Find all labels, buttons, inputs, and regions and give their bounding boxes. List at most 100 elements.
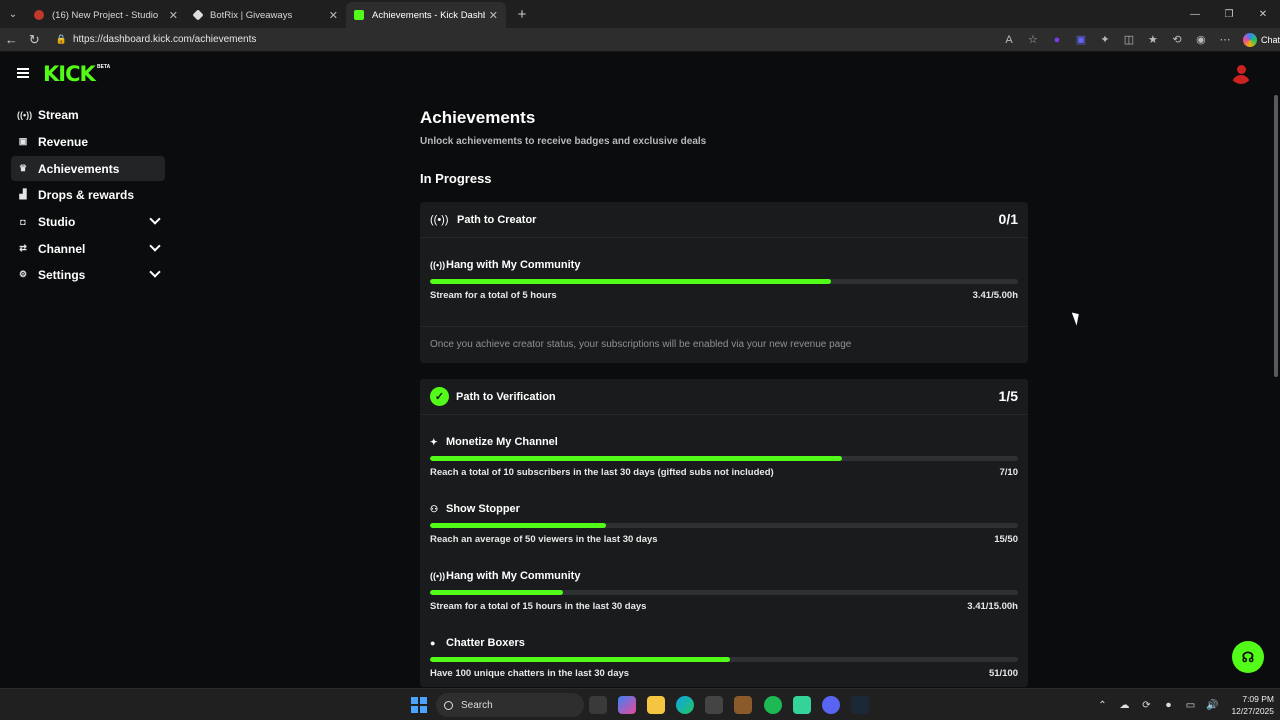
site-info-icon[interactable]: 🔒	[56, 34, 67, 45]
studio-favicon-icon	[34, 10, 44, 20]
browser-tab-studio[interactable]: (16) New Project - Studio ✕	[26, 2, 186, 28]
card-title: Path to Creator	[457, 213, 537, 226]
achievement-value: 51/100	[988, 668, 1018, 679]
achievement-name: Hang with My Community	[446, 259, 581, 271]
task-view-icon[interactable]	[589, 696, 607, 714]
taskbar-clock[interactable]: 7:09 PM 12/27/2025	[1231, 693, 1274, 717]
network-icon[interactable]: ▭	[1179, 700, 1201, 711]
help-support-button[interactable]: ☊	[1232, 641, 1264, 673]
extensions-puzzle-icon[interactable]: ✦	[1093, 33, 1117, 46]
hamburger-menu-icon[interactable]	[17, 68, 29, 78]
sidebar-item-studio[interactable]: ◘ Studio	[11, 209, 165, 234]
gear-icon: ⚙	[18, 269, 28, 279]
microphone-icon[interactable]: ⏺	[1157, 700, 1179, 711]
progress-fill	[430, 657, 730, 662]
sidebar-item-revenue[interactable]: ▣ Revenue	[11, 129, 165, 154]
chevron-down-icon[interactable]	[149, 266, 161, 278]
progress-fill	[430, 456, 842, 461]
new-tab-button[interactable]: +	[510, 2, 534, 26]
favorites-icon[interactable]: ★	[1141, 33, 1165, 46]
clock-date: 12/27/2025	[1231, 706, 1274, 716]
app-notifications-icon[interactable]	[705, 696, 723, 714]
restore-icon[interactable]: ❐	[1212, 0, 1246, 28]
sidebar-item-achievements[interactable]: ♛ Achievements	[11, 156, 165, 181]
read-aloud-icon[interactable]: A	[997, 34, 1021, 46]
discord-icon[interactable]	[822, 696, 840, 714]
sidebar-item-stream[interactable]: ((•)) Stream	[11, 102, 165, 127]
page-subtitle: Unlock achievements to receive badges an…	[420, 136, 707, 147]
search-label: Search	[461, 699, 493, 711]
close-tab-icon[interactable]: ✕	[169, 9, 178, 22]
edge-browser-icon[interactable]	[676, 696, 694, 714]
chat-bubble-icon: ●	[430, 638, 436, 648]
split-screen-icon[interactable]: ◫	[1117, 33, 1141, 46]
page-title: Achievements	[420, 108, 536, 127]
minecraft-icon[interactable]	[734, 696, 752, 714]
taskbar-search[interactable]: Search	[436, 693, 584, 717]
sync-icon[interactable]: ⟳	[1135, 700, 1157, 711]
channel-icon: ⇄	[19, 243, 27, 253]
history-icon[interactable]: ⟲	[1165, 33, 1189, 46]
mouse-cursor	[1071, 310, 1083, 326]
achievement-item: ✦ Monetize My Channel Reach a total of 10…	[430, 435, 1018, 478]
beta-badge: BETA	[97, 64, 111, 70]
close-tab-icon[interactable]: ✕	[489, 9, 498, 22]
favorite-star-icon[interactable]: ☆	[1021, 33, 1045, 46]
chevron-down-icon[interactable]	[149, 213, 161, 225]
botrix-favicon-icon	[192, 9, 204, 21]
tab-title: BotRix | Giveaways	[210, 9, 293, 21]
more-menu-icon[interactable]: ⋯	[1213, 33, 1237, 46]
app-green-icon[interactable]	[793, 696, 811, 714]
browser-tab-kick[interactable]: Achievements - Kick Dashboard ✕	[346, 2, 506, 28]
card-header: ✓ Path to Verification 1/5	[420, 379, 1028, 415]
spotify-icon[interactable]	[764, 696, 782, 714]
card-score: 1/5	[998, 388, 1018, 404]
achievement-value: 3.41/5.00h	[972, 290, 1018, 301]
broadcast-icon: ((•))	[430, 213, 449, 226]
achievement-description: Reach an average of 50 viewers in the la…	[430, 534, 658, 545]
achievement-name: Monetize My Channel	[446, 436, 558, 448]
steam-icon[interactable]	[851, 696, 869, 714]
chevron-up-icon[interactable]: ⌃	[1091, 700, 1113, 711]
achievement-description: Have 100 unique chatters in the last 30 …	[430, 668, 630, 679]
url-field[interactable]: 🔒 https://dashboard.kick.com/achievement…	[50, 30, 993, 50]
browser-tab-botrix[interactable]: BotRix | Giveaways ✕	[186, 2, 346, 28]
achievement-item: ((•)) Hang with My Community Stream for a…	[430, 258, 1018, 301]
revenue-icon: ▣	[18, 136, 28, 146]
close-window-icon[interactable]: ✕	[1246, 0, 1280, 28]
progress-fill	[430, 590, 564, 595]
viewers-icon: ⚇	[430, 503, 439, 514]
windows-start-icon[interactable]	[411, 697, 427, 713]
profile-icon[interactable]: ◉	[1189, 33, 1213, 46]
sidebar-item-label: Drops & rewards	[38, 187, 135, 202]
achievement-name: Hang with My Community	[446, 570, 581, 582]
copilot-chat-button[interactable]: Chat	[1242, 32, 1280, 47]
avatar[interactable]	[1230, 62, 1252, 84]
volume-icon[interactable]: 🔊	[1201, 700, 1223, 711]
sparkle-icon: ✦	[430, 436, 438, 447]
sidebar-item-label: Settings	[38, 267, 86, 282]
progress-bar	[430, 590, 1018, 595]
chevron-down-icon[interactable]	[149, 240, 161, 252]
minimize-icon[interactable]: —	[1178, 0, 1212, 28]
extension-purple-icon[interactable]: ●	[1045, 34, 1069, 46]
sidebar-item-channel[interactable]: ⇄ Channel	[11, 236, 165, 261]
refresh-icon[interactable]: ↻	[23, 28, 46, 52]
headset-icon: ☊	[1241, 648, 1255, 665]
tab-actions-icon[interactable]: ⌄	[0, 0, 26, 28]
close-tab-icon[interactable]: ✕	[329, 9, 338, 22]
sidebar-item-settings[interactable]: ⚙ Settings	[11, 262, 165, 287]
kick-logo[interactable]: KICK	[43, 62, 96, 86]
clock-time: 7:09 PM	[1242, 694, 1274, 704]
back-icon[interactable]: ←	[0, 28, 23, 52]
sidebar-item-drops[interactable]: ▟ Drops & rewards	[11, 182, 165, 207]
file-explorer-icon[interactable]	[647, 696, 665, 714]
copilot-app-icon[interactable]	[618, 696, 636, 714]
url-text: https://dashboard.kick.com/achievements	[72, 34, 257, 45]
onedrive-icon[interactable]: ☁	[1113, 700, 1135, 711]
achievement-name: Chatter Boxers	[446, 637, 525, 649]
system-tray: ⌃ ☁ ⟳ ⏺ ▭ 🔊 7:09 PM 12/27/2025	[1091, 692, 1274, 718]
scrollbar-thumb[interactable]	[1274, 95, 1278, 377]
broadcast-icon: ((•))	[430, 260, 446, 270]
extension-tv-icon[interactable]: ▣	[1069, 33, 1093, 46]
